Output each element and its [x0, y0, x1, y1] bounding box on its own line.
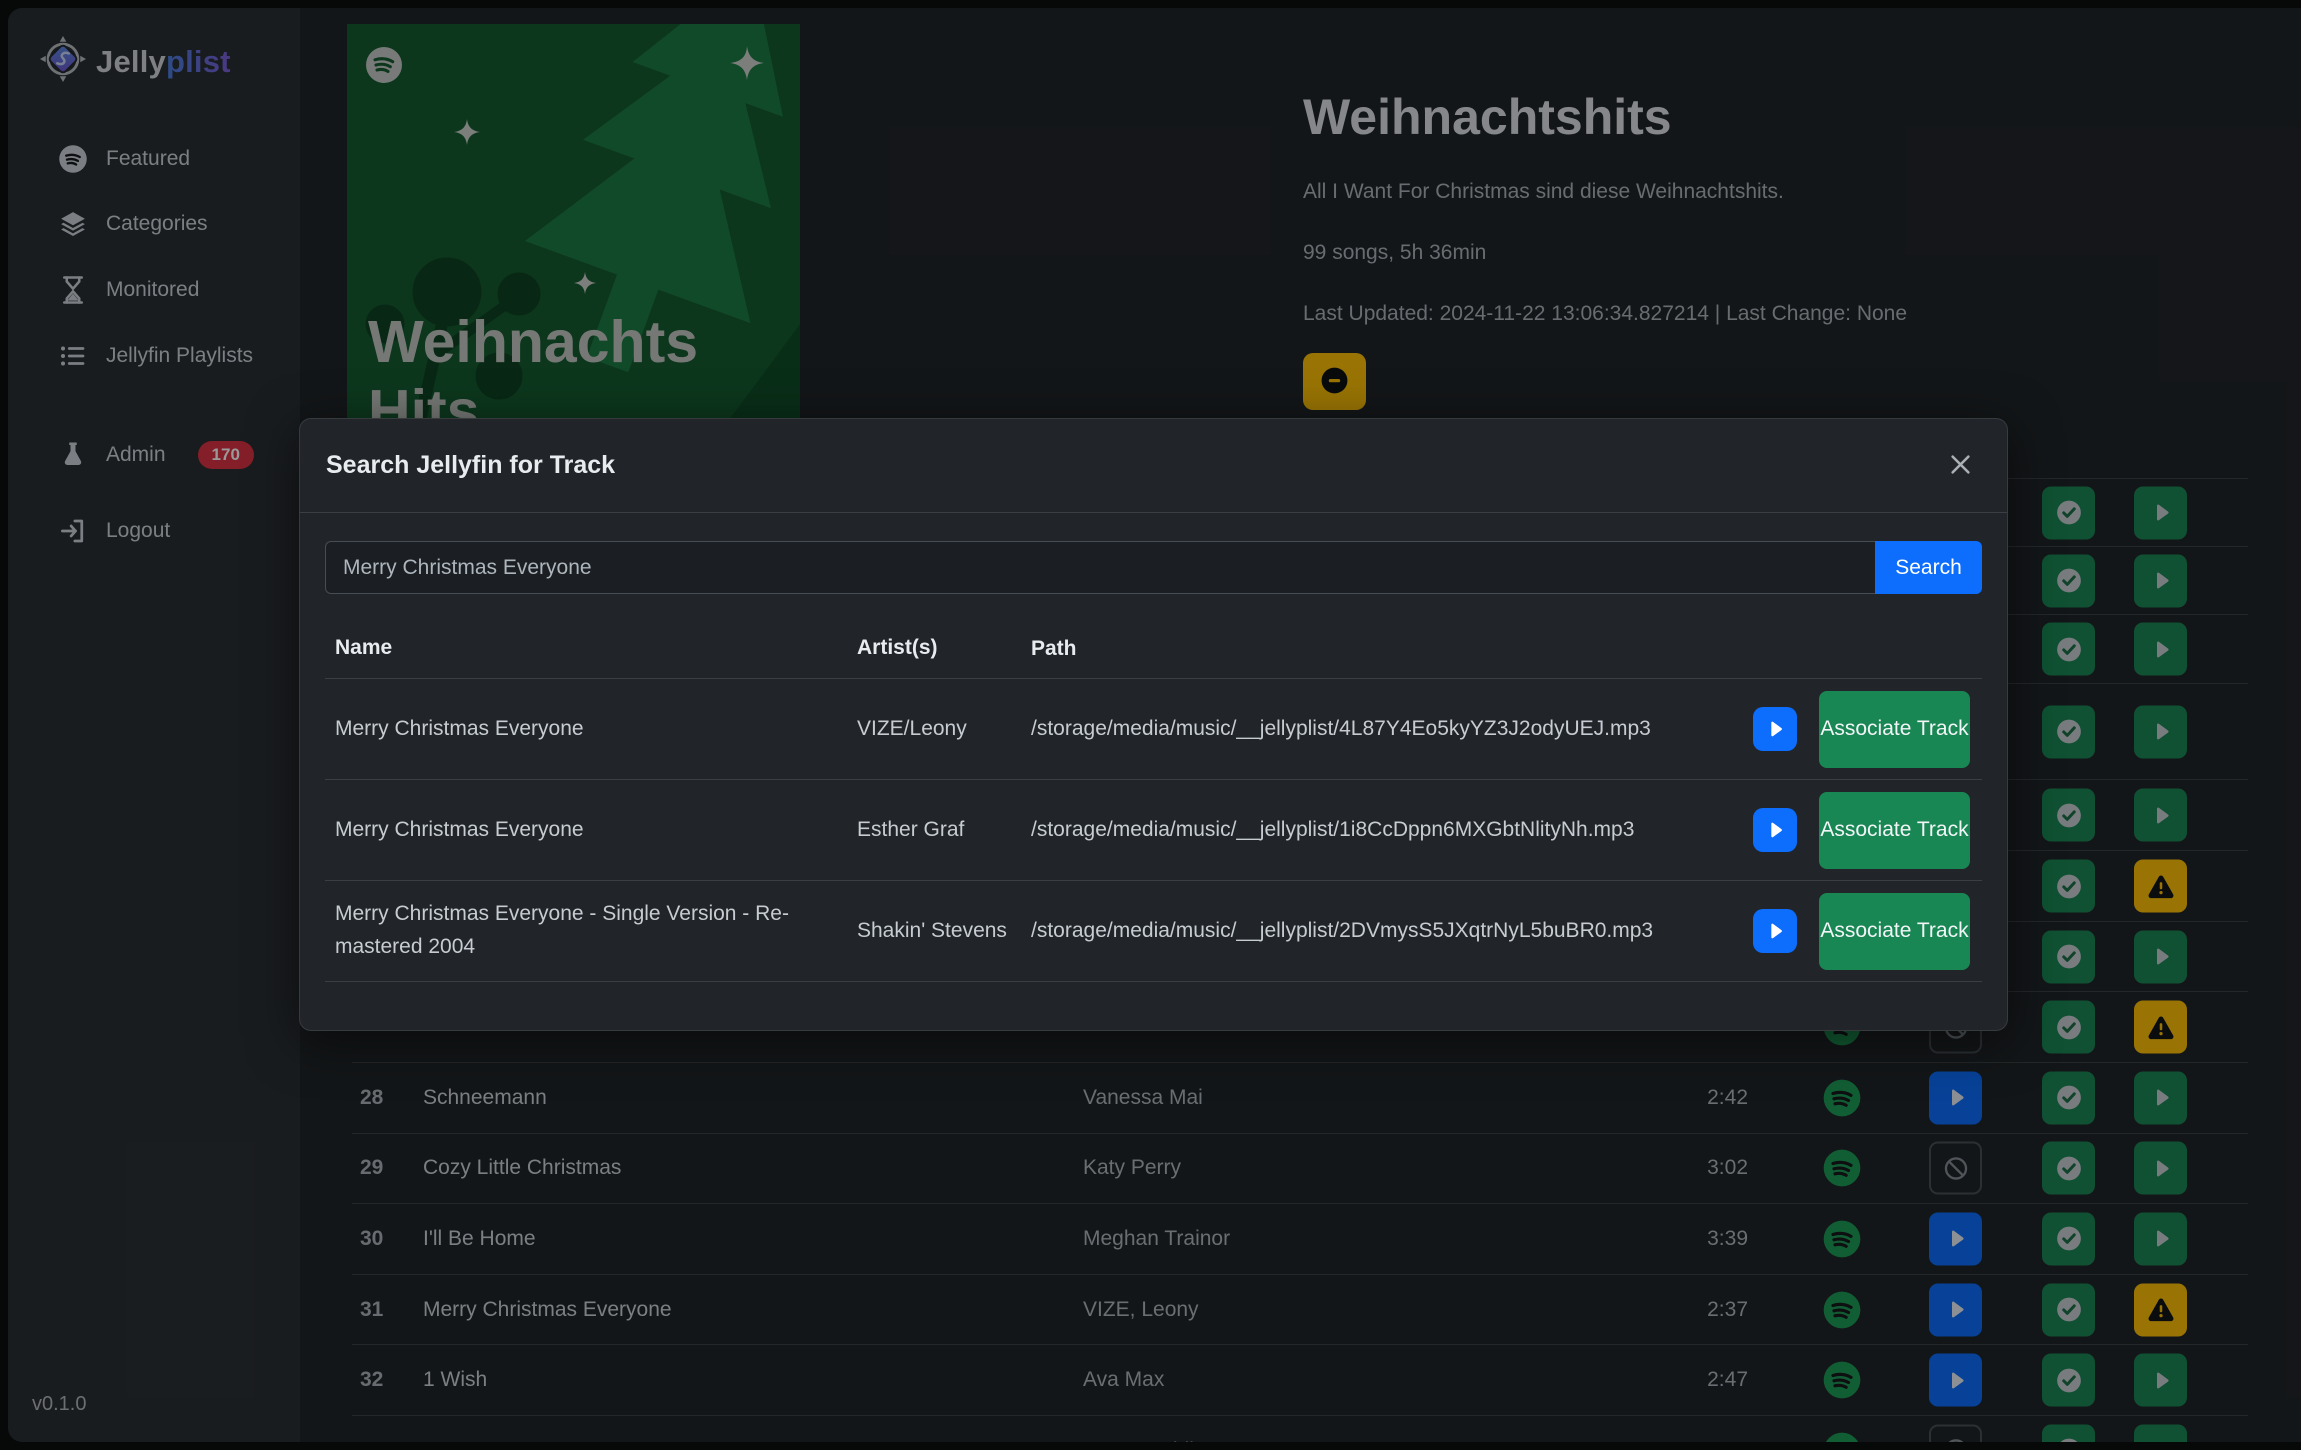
- column-header-name: Name: [325, 632, 857, 665]
- preview-play-button[interactable]: [1753, 808, 1797, 852]
- result-name: Merry Christmas Everyone: [325, 713, 857, 746]
- search-result-row: Merry Christmas EveryoneVIZE/Leony/stora…: [325, 679, 1982, 780]
- associate-track-button[interactable]: Associate Track: [1819, 893, 1970, 970]
- column-header-path: Path: [1031, 637, 1738, 661]
- result-artist: VIZE/Leony: [857, 713, 1031, 746]
- x-icon: [1947, 451, 1974, 481]
- app-root: 28SchneemannVanessa Mai2:4229Cozy Little…: [0, 0, 2301, 1450]
- modal-title: Search Jellyfin for Track: [326, 451, 615, 480]
- result-artist: Esther Graf: [857, 814, 1031, 847]
- search-jellyfin-modal: Search Jellyfin for Track Search NameArt…: [299, 418, 2008, 1031]
- search-result-row: Merry Christmas EveryoneEsther Graf/stor…: [325, 780, 1982, 881]
- track-search-group: Search: [325, 541, 1982, 594]
- results-header-row: NameArtist(s)Path: [325, 619, 1982, 679]
- result-name: Merry Christmas Everyone: [325, 814, 857, 847]
- result-artist: Shakin' Stevens: [857, 915, 1031, 948]
- modal-body: Search NameArtist(s)PathMerry Christmas …: [300, 513, 2007, 982]
- search-button[interactable]: Search: [1875, 541, 1982, 594]
- search-result-row: Merry Christmas Everyone - Single Versio…: [325, 881, 1982, 982]
- result-name: Merry Christmas Everyone - Single Versio…: [325, 898, 857, 963]
- close-icon[interactable]: [1943, 449, 1977, 483]
- associate-track-button[interactable]: Associate Track: [1819, 691, 1970, 768]
- result-path: /storage/media/music/__jellyplist/1i8CcD…: [1031, 818, 1738, 842]
- preview-play-button[interactable]: [1753, 707, 1797, 751]
- search-results-table: NameArtist(s)PathMerry Christmas Everyon…: [325, 619, 1982, 982]
- modal-header: Search Jellyfin for Track: [300, 419, 2007, 513]
- associate-track-button[interactable]: Associate Track: [1819, 792, 1970, 869]
- result-path: /storage/media/music/__jellyplist/2DVmys…: [1031, 919, 1738, 943]
- preview-play-button[interactable]: [1753, 909, 1797, 953]
- result-path: /storage/media/music/__jellyplist/4L87Y4…: [1031, 717, 1738, 741]
- column-header-artists: Artist(s): [857, 632, 1031, 665]
- track-search-input[interactable]: [325, 541, 1875, 594]
